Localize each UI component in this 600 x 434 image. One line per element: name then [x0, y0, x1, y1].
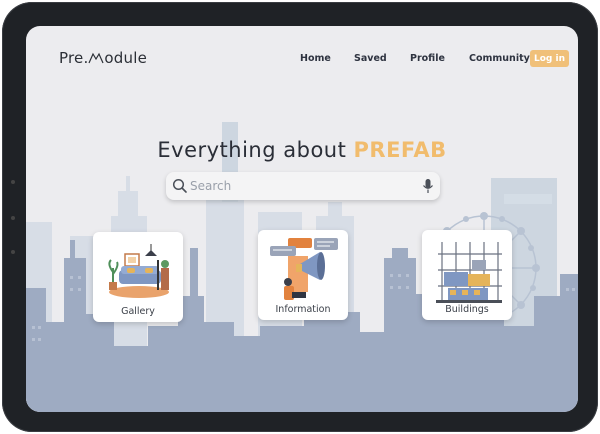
nav-community[interactable]: Community — [469, 53, 530, 69]
nav-saved[interactable]: Saved — [354, 53, 387, 69]
hero-title-accent: PREFAB — [353, 138, 447, 162]
camera-dot — [11, 216, 15, 220]
search-input[interactable]: Search — [190, 179, 231, 193]
login-button[interactable]: Log in — [530, 50, 569, 67]
tablet-frame: Pre. odule Home Saved Profile Community L… — [2, 2, 598, 432]
nav-home[interactable]: Home — [300, 53, 331, 69]
nav-profile[interactable]: Profile — [410, 53, 445, 69]
search-bar[interactable]: Search — [166, 172, 440, 200]
app-screen: Pre. odule Home Saved Profile Community L… — [26, 26, 578, 412]
logo[interactable]: Pre. odule — [59, 49, 147, 67]
logo-roof-m-icon — [88, 52, 104, 64]
card-label: Gallery — [121, 306, 155, 317]
gallery-card[interactable]: Gallery — [93, 232, 183, 322]
microphone-icon[interactable] — [422, 178, 434, 194]
buildings-card[interactable]: Buildings — [422, 230, 512, 320]
information-card[interactable]: Information — [258, 230, 348, 320]
skyline-background — [26, 122, 578, 412]
search-icon — [172, 178, 187, 193]
card-label: Buildings — [445, 304, 489, 315]
hero-title: Everything about PREFAB — [26, 138, 578, 162]
hero-title-prefix: Everything about — [157, 138, 354, 162]
card-label: Information — [275, 304, 331, 315]
side-button — [11, 250, 15, 254]
side-button — [11, 180, 15, 184]
